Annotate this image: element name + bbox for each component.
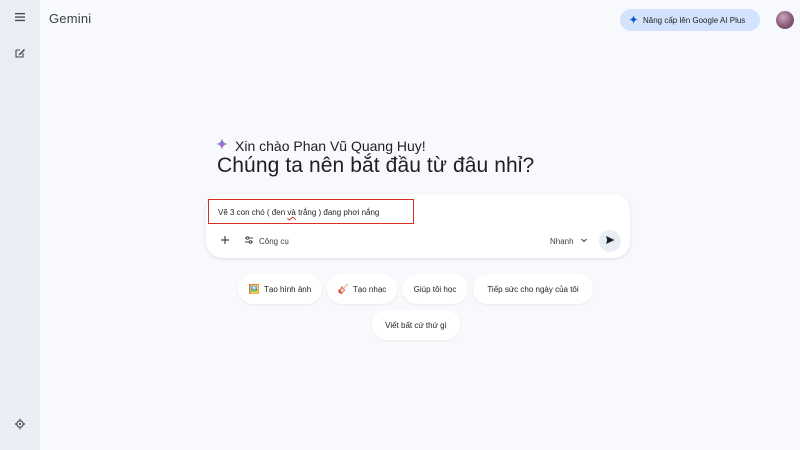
gear-icon	[14, 417, 26, 435]
tools-button[interactable]: Công cụ	[244, 234, 289, 248]
page-title: Chúng ta nên bắt đầu từ đâu nhỉ?	[217, 154, 535, 177]
avatar[interactable]	[776, 11, 794, 29]
gemini-app: Gemini Nâng cấp lên Google AI Plus Xin c…	[0, 0, 800, 450]
model-label: Nhanh	[550, 236, 574, 246]
chip-write-anything[interactable]: Viết bất cứ thứ gì	[372, 310, 460, 340]
chip-help-me-learn[interactable]: Giúp tôi học	[402, 274, 468, 304]
app-title: Gemini	[49, 11, 92, 26]
add-button[interactable]	[218, 234, 232, 248]
chip-label: Viết bất cứ thứ gì	[385, 320, 447, 330]
send-button[interactable]	[599, 230, 621, 252]
main-area: Gemini Nâng cấp lên Google AI Plus Xin c…	[40, 0, 800, 450]
menu-icon	[14, 10, 26, 28]
chip-create-image[interactable]: 🖼️ Tạo hình ảnh	[238, 274, 322, 304]
chip-label: Tạo hình ảnh	[264, 284, 312, 294]
chip-label: Tiếp sức cho ngày của tôi	[487, 284, 579, 294]
new-chat-button[interactable]	[10, 45, 30, 65]
prompt-text-start: Vẽ 3 con chó ( đen	[218, 208, 288, 217]
menu-button[interactable]	[10, 9, 30, 29]
edit-icon	[14, 46, 26, 64]
prompt-input[interactable]: Vẽ 3 con chó ( đen và trắng ) đang phơi …	[218, 208, 379, 217]
chevron-down-icon	[574, 236, 588, 246]
gemini-sparkle-icon	[216, 137, 235, 155]
greeting: Xin chào Phan Vũ Quang Huy!	[216, 137, 426, 155]
greeting-text: Xin chào Phan Vũ Quang Huy!	[235, 138, 426, 154]
chip-create-music[interactable]: 🎸 Tạo nhạc	[327, 274, 397, 304]
image-icon: 🖼️	[248, 283, 261, 294]
guitar-icon: 🎸	[337, 283, 349, 294]
upgrade-button[interactable]: Nâng cấp lên Google AI Plus	[620, 9, 760, 31]
tune-icon	[244, 235, 259, 247]
tools-label: Công cụ	[259, 236, 289, 246]
upgrade-label: Nâng cấp lên Google AI Plus	[643, 15, 746, 25]
plus-icon	[220, 232, 230, 250]
prompt-text-end: trắng ) đang phơi nắng	[295, 208, 380, 217]
side-rail	[0, 0, 40, 450]
chip-boost-my-day[interactable]: Tiếp sức cho ngày của tôi	[473, 274, 593, 304]
prompt-box[interactable]: Vẽ 3 con chó ( đen và trắng ) đang phơi …	[206, 194, 630, 258]
chip-label: Tạo nhạc	[352, 284, 387, 294]
settings-button[interactable]	[10, 416, 30, 436]
chip-label: Giúp tôi học	[413, 284, 457, 294]
model-selector[interactable]: Nhanh	[550, 234, 588, 248]
send-icon	[605, 232, 615, 250]
sparkle-icon	[629, 14, 643, 26]
prompt-text-underlined: và	[287, 208, 296, 217]
